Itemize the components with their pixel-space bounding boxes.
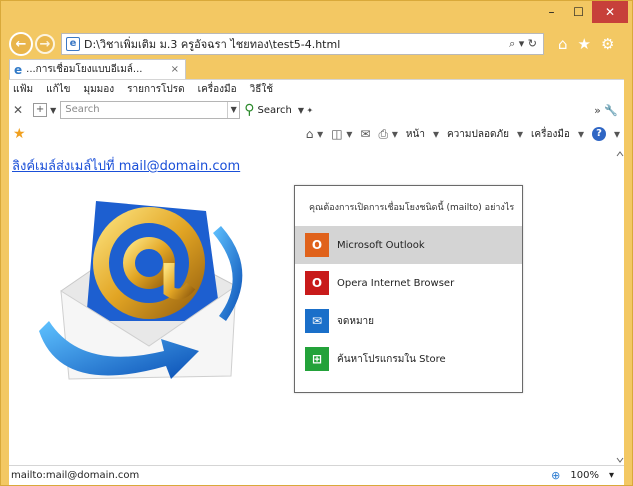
zoom-control[interactable]: ⊕ 100% ▾ xyxy=(551,469,614,482)
menu-tools[interactable]: เครื่องมือ xyxy=(198,82,237,97)
tab-strip: e ...การเชื่อมโยงแบบอีเมล์... × xyxy=(9,59,186,79)
minimize-button[interactable]: – xyxy=(538,1,565,23)
browser-icons: ⌂ ★ ⚙ xyxy=(558,35,614,53)
favorites-star-icon[interactable]: ★ xyxy=(578,35,591,53)
menu-bar: แฟ้ม แก้ไข มุมมอง รายการโปรด เครื่องมือ … xyxy=(9,80,624,98)
caption-buttons: – ☐ ✕ xyxy=(538,1,628,23)
option-microsoft-outlook[interactable]: O Microsoft Outlook xyxy=(295,226,522,264)
option-label: ค้นหาโปรแกรมใน Store xyxy=(337,353,446,365)
help-chevron-icon[interactable]: ▾ xyxy=(614,127,620,141)
status-bar: mailto:mail@domain.com ⊕ 100% ▾ xyxy=(9,465,624,485)
option-label: Opera Internet Browser xyxy=(337,277,455,289)
maximize-button[interactable]: ☐ xyxy=(565,1,592,23)
option-mail-app[interactable]: ✉ จดหมาย xyxy=(295,302,522,340)
zoom-level: 100% xyxy=(570,470,599,481)
search-button[interactable]: Search xyxy=(257,105,291,116)
zoom-chevron-icon[interactable]: ▾ xyxy=(609,470,614,481)
email-at-graphic xyxy=(39,201,243,380)
dialog-title: คุณต้องการเปิดการเชื่อมโยงชนิดนี้ (mailt… xyxy=(309,203,515,213)
menu-favorites[interactable]: รายการโปรด xyxy=(127,82,184,97)
address-row: ← → e D:\วิชาเพิ่มเติม ม.3 ครูอัจฉรา ไชย… xyxy=(9,31,624,57)
forward-button[interactable]: → xyxy=(35,34,55,54)
chevron-down-icon[interactable]: ▼ xyxy=(50,106,56,115)
tools-menu[interactable]: เครื่องมือ xyxy=(531,127,570,142)
toolbar-close-icon[interactable]: ✕ xyxy=(13,103,23,117)
mailto-link[interactable]: ลิงค์เมล์ส่งเมล์ไปที่ mail@domain.com xyxy=(12,155,240,176)
back-button[interactable]: ← xyxy=(9,32,33,56)
ie-icon: e xyxy=(14,62,23,77)
close-button[interactable]: ✕ xyxy=(592,1,628,23)
search-options-icon[interactable]: ▼ ✦ xyxy=(298,106,313,115)
safety-menu[interactable]: ความปลอดภัย xyxy=(447,127,509,142)
option-label: จดหมาย xyxy=(337,315,375,327)
settings-gear-icon[interactable]: ⚙ xyxy=(601,35,614,53)
home-icon[interactable]: ⌂ xyxy=(558,35,568,53)
menu-view[interactable]: มุมมอง xyxy=(84,82,115,97)
feeds-icon[interactable]: ◫ ▾ xyxy=(331,127,352,141)
page-content: ลิงค์เมล์ส่งเมล์ไปที่ mail@domain.com คุ… xyxy=(9,147,624,465)
mail-icon: ✉ xyxy=(305,309,329,333)
command-items: ⌂ ▾ ◫ ▾ ✉ ⎙ ▾ หน้า ▾ ความปลอดภัย ▾ เครื่… xyxy=(306,127,620,142)
home-cmd-icon[interactable]: ⌂ ▾ xyxy=(306,127,323,141)
page-icon: e xyxy=(66,37,80,51)
zoom-icon: ⊕ xyxy=(551,469,561,482)
add-favorite-icon[interactable]: ★ xyxy=(13,126,26,142)
page-menu-chevron-icon[interactable]: ▾ xyxy=(433,127,439,141)
tab-close-icon[interactable]: × xyxy=(171,64,179,75)
print-icon[interactable]: ⎙ ▾ xyxy=(378,127,397,142)
address-bar[interactable]: e D:\วิชาเพิ่มเติม ม.3 ครูอัจฉรา ไชยทอง\… xyxy=(61,33,544,55)
search-icon[interactable]: ⚲ xyxy=(244,102,254,118)
store-icon: ⊞ xyxy=(305,347,329,371)
menu-edit[interactable]: แก้ไข xyxy=(46,82,70,97)
option-store-search[interactable]: ⊞ ค้นหาโปรแกรมใน Store xyxy=(295,340,522,378)
page-menu[interactable]: หน้า xyxy=(406,127,425,142)
read-mail-icon[interactable]: ✉ xyxy=(360,127,370,141)
mailto-handler-dialog: คุณต้องการเปิดการเชื่อมโยงชนิดนี้ (mailt… xyxy=(294,185,523,393)
toolbar-overflow-icon[interactable]: » 🔧 xyxy=(594,104,618,117)
search-placeholder: Search xyxy=(65,104,100,115)
status-url: mailto:mail@domain.com xyxy=(11,470,140,481)
search-input[interactable]: Search ▼ xyxy=(60,101,241,119)
search-dropdown-icon[interactable]: ▼ xyxy=(227,102,239,118)
opera-icon: O xyxy=(305,271,329,295)
tools-menu-chevron-icon[interactable]: ▾ xyxy=(578,127,584,141)
search-toolbar: ✕ + ▼ Search ▼ ⚲ Search ▼ ✦ » 🔧 xyxy=(9,98,624,122)
tab-current[interactable]: e ...การเชื่อมโยงแบบอีเมล์... × xyxy=(9,59,186,79)
address-search-tools[interactable]: ⌕ ▾ ↻ xyxy=(509,37,543,51)
help-icon[interactable]: ? xyxy=(591,127,606,141)
address-url[interactable]: D:\วิชาเพิ่มเติม ม.3 ครูอัจฉรา ไชยทอง\te… xyxy=(84,35,509,53)
tab-title: ...การเชื่อมโยงแบบอีเมล์... xyxy=(26,64,143,75)
option-opera-browser[interactable]: O Opera Internet Browser xyxy=(295,264,522,302)
toolbar-area: แฟ้ม แก้ไข มุมมอง รายการโปรด เครื่องมือ … xyxy=(9,79,624,147)
safety-menu-chevron-icon[interactable]: ▾ xyxy=(517,127,523,141)
option-label: Microsoft Outlook xyxy=(337,239,425,251)
browser-window: – ☐ ✕ ← → e D:\วิชาเพิ่มเติม ม.3 ครูอัจฉ… xyxy=(0,0,633,486)
menu-file[interactable]: แฟ้ม xyxy=(13,82,33,97)
command-bar: ★ ⌂ ▾ ◫ ▾ ✉ ⎙ ▾ หน้า ▾ ความปลอดภัย ▾ เคร… xyxy=(9,122,624,146)
add-icon[interactable]: + xyxy=(33,103,48,117)
vertical-scrollbar[interactable] xyxy=(616,151,624,463)
menu-help[interactable]: วิธีใช้ xyxy=(250,82,273,97)
outlook-icon: O xyxy=(305,233,329,257)
